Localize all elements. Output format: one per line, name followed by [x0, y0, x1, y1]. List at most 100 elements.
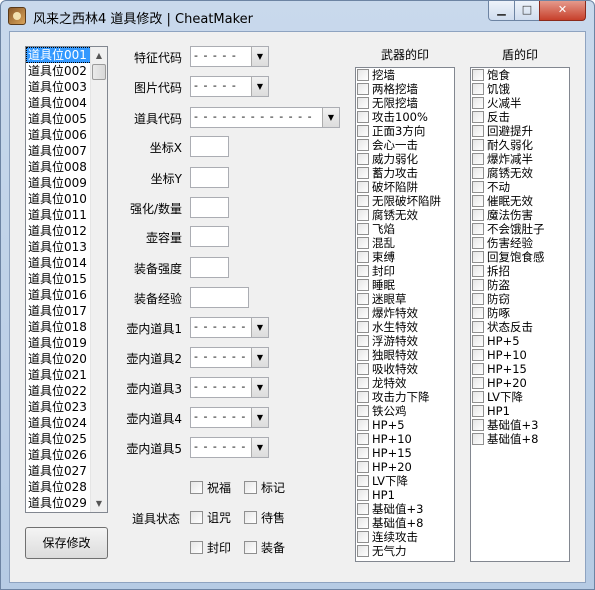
- seal-checkbox[interactable]: 挖墙: [356, 68, 454, 82]
- pot-item-5-select[interactable]: - - - - - - ▼: [190, 437, 269, 458]
- item-slot-list[interactable]: 道具位001 道具位002 道具位003 道具位004 道具位005 道具位006 道具位0…: [25, 46, 108, 513]
- seal-checkbox[interactable]: 无限挖墙: [356, 96, 454, 110]
- pot-item-4-select[interactable]: - - - - - - ▼: [190, 407, 269, 428]
- checkbox-icon[interactable]: [357, 111, 369, 123]
- chevron-down-icon[interactable]: ▼: [251, 408, 268, 427]
- seal-checkbox[interactable]: 饥饿: [471, 82, 569, 96]
- seal-checkbox[interactable]: HP1: [471, 404, 569, 418]
- checkbox-icon[interactable]: [357, 335, 369, 347]
- checkbox-icon[interactable]: [357, 531, 369, 543]
- checkbox-icon[interactable]: [244, 511, 257, 524]
- checkbox-icon[interactable]: [357, 153, 369, 165]
- checkbox-icon[interactable]: [357, 377, 369, 389]
- checkbox-icon[interactable]: [357, 475, 369, 487]
- seal-checkbox[interactable]: 攻击力下降: [356, 390, 454, 404]
- seal-checkbox[interactable]: 魔法伤害: [471, 208, 569, 222]
- weapon-seals-list[interactable]: 挖墙 两格挖墙 无限挖墙 攻击100% 正面3方向 会心一击 威力弱化 蓄力攻击 破坏陷阱 无限破…: [355, 67, 455, 562]
- seal-checkbox[interactable]: 不会饿肚子: [471, 222, 569, 236]
- checkbox-icon[interactable]: [472, 195, 484, 207]
- checkbox-icon[interactable]: [357, 139, 369, 151]
- checkbox-icon[interactable]: [357, 97, 369, 109]
- checkbox-icon[interactable]: [357, 265, 369, 277]
- seal-checkbox[interactable]: 独眼特效: [356, 348, 454, 362]
- checkbox-icon[interactable]: [472, 405, 484, 417]
- checkbox-icon[interactable]: [472, 377, 484, 389]
- checkbox-icon[interactable]: [472, 251, 484, 263]
- checkbox-icon[interactable]: [472, 97, 484, 109]
- checkbox-icon[interactable]: [472, 265, 484, 277]
- list-item[interactable]: 道具位027: [26, 463, 92, 479]
- minimize-button[interactable]: ▁: [488, 1, 515, 21]
- scroll-down-arrow-icon[interactable]: ▼: [91, 495, 107, 512]
- checkbox-icon[interactable]: [190, 511, 203, 524]
- checkbox-icon[interactable]: [357, 545, 369, 557]
- checkbox-icon[interactable]: [357, 181, 369, 193]
- list-item[interactable]: 道具位024: [26, 415, 92, 431]
- feature-code-select[interactable]: - - - - - ▼: [190, 46, 269, 67]
- seal-checkbox[interactable]: 状态反击: [471, 320, 569, 334]
- checkbox-icon[interactable]: [190, 481, 203, 494]
- state-checkbox-cursed[interactable]: 诅咒: [190, 509, 231, 526]
- seal-checkbox[interactable]: 两格挖墙: [356, 82, 454, 96]
- checkbox-icon[interactable]: [357, 279, 369, 291]
- pot-item-3-select[interactable]: - - - - - - ▼: [190, 377, 269, 398]
- chevron-down-icon[interactable]: ▼: [251, 438, 268, 457]
- seal-checkbox[interactable]: 防盗: [471, 278, 569, 292]
- coord-x-input[interactable]: [190, 136, 229, 157]
- checkbox-icon[interactable]: [472, 111, 484, 123]
- checkbox-icon[interactable]: [357, 363, 369, 375]
- checkbox-icon[interactable]: [357, 433, 369, 445]
- checkbox-icon[interactable]: [357, 223, 369, 235]
- checkbox-icon[interactable]: [357, 391, 369, 403]
- scroll-up-arrow-icon[interactable]: ▲: [91, 47, 107, 64]
- seal-checkbox[interactable]: 腐锈无效: [356, 208, 454, 222]
- list-item[interactable]: 道具位004: [26, 95, 92, 111]
- checkbox-icon[interactable]: [357, 209, 369, 221]
- chevron-down-icon[interactable]: ▼: [322, 108, 339, 127]
- seal-checkbox[interactable]: LV下降: [471, 390, 569, 404]
- checkbox-icon[interactable]: [472, 181, 484, 193]
- close-button[interactable]: ✕: [539, 1, 586, 21]
- seal-checkbox[interactable]: HP+20: [471, 376, 569, 390]
- checkbox-icon[interactable]: [357, 349, 369, 361]
- seal-checkbox[interactable]: HP+10: [471, 348, 569, 362]
- seal-checkbox[interactable]: 基础值+3: [356, 502, 454, 516]
- list-item[interactable]: 道具位001: [26, 47, 92, 63]
- scroll-thumb[interactable]: [92, 64, 106, 80]
- checkbox-icon[interactable]: [472, 293, 484, 305]
- checkbox-icon[interactable]: [472, 139, 484, 151]
- checkbox-icon[interactable]: [472, 349, 484, 361]
- list-item[interactable]: 道具位020: [26, 351, 92, 367]
- list-item[interactable]: 道具位022: [26, 383, 92, 399]
- seal-checkbox[interactable]: 无限破坏陷阱: [356, 194, 454, 208]
- list-item[interactable]: 道具位019: [26, 335, 92, 351]
- seal-checkbox[interactable]: HP+5: [356, 418, 454, 432]
- seal-checkbox[interactable]: 连续攻击: [356, 530, 454, 544]
- seal-checkbox[interactable]: 催眠无效: [471, 194, 569, 208]
- seal-checkbox[interactable]: 爆炸特效: [356, 306, 454, 320]
- list-item[interactable]: 道具位015: [26, 271, 92, 287]
- list-item[interactable]: 道具位028: [26, 479, 92, 495]
- checkbox-icon[interactable]: [244, 541, 257, 554]
- checkbox-icon[interactable]: [357, 405, 369, 417]
- seal-checkbox[interactable]: HP1: [356, 488, 454, 502]
- checkbox-icon[interactable]: [357, 503, 369, 515]
- seal-checkbox[interactable]: 饱食: [471, 68, 569, 82]
- pot-capacity-input[interactable]: [190, 226, 229, 247]
- state-checkbox-equipped[interactable]: 装备: [244, 539, 285, 556]
- equip-exp-input[interactable]: [190, 287, 249, 308]
- title-bar[interactable]: 风来之西林4 道具修改 | CheatMaker ▁ □ ✕: [1, 1, 594, 31]
- state-checkbox-sealed[interactable]: 封印: [190, 539, 231, 556]
- seal-checkbox[interactable]: 蓄力攻击: [356, 166, 454, 180]
- checkbox-icon[interactable]: [357, 293, 369, 305]
- seal-checkbox[interactable]: 睡眠: [356, 278, 454, 292]
- seal-checkbox[interactable]: 威力弱化: [356, 152, 454, 166]
- list-item[interactable]: 道具位006: [26, 127, 92, 143]
- seal-checkbox[interactable]: HP+5: [471, 334, 569, 348]
- seal-checkbox[interactable]: 吸收特效: [356, 362, 454, 376]
- checkbox-icon[interactable]: [472, 125, 484, 137]
- seal-checkbox[interactable]: 防窃: [471, 292, 569, 306]
- state-checkbox-marked[interactable]: 标记: [244, 479, 285, 496]
- seal-checkbox[interactable]: 铁公鸡: [356, 404, 454, 418]
- shield-seals-list[interactable]: 饱食 饥饿 火减半 反击 回避提升 耐久弱化 爆炸减半 腐锈无效 不动 催眠无效 魔法伤害 不会饿肚子…: [470, 67, 570, 562]
